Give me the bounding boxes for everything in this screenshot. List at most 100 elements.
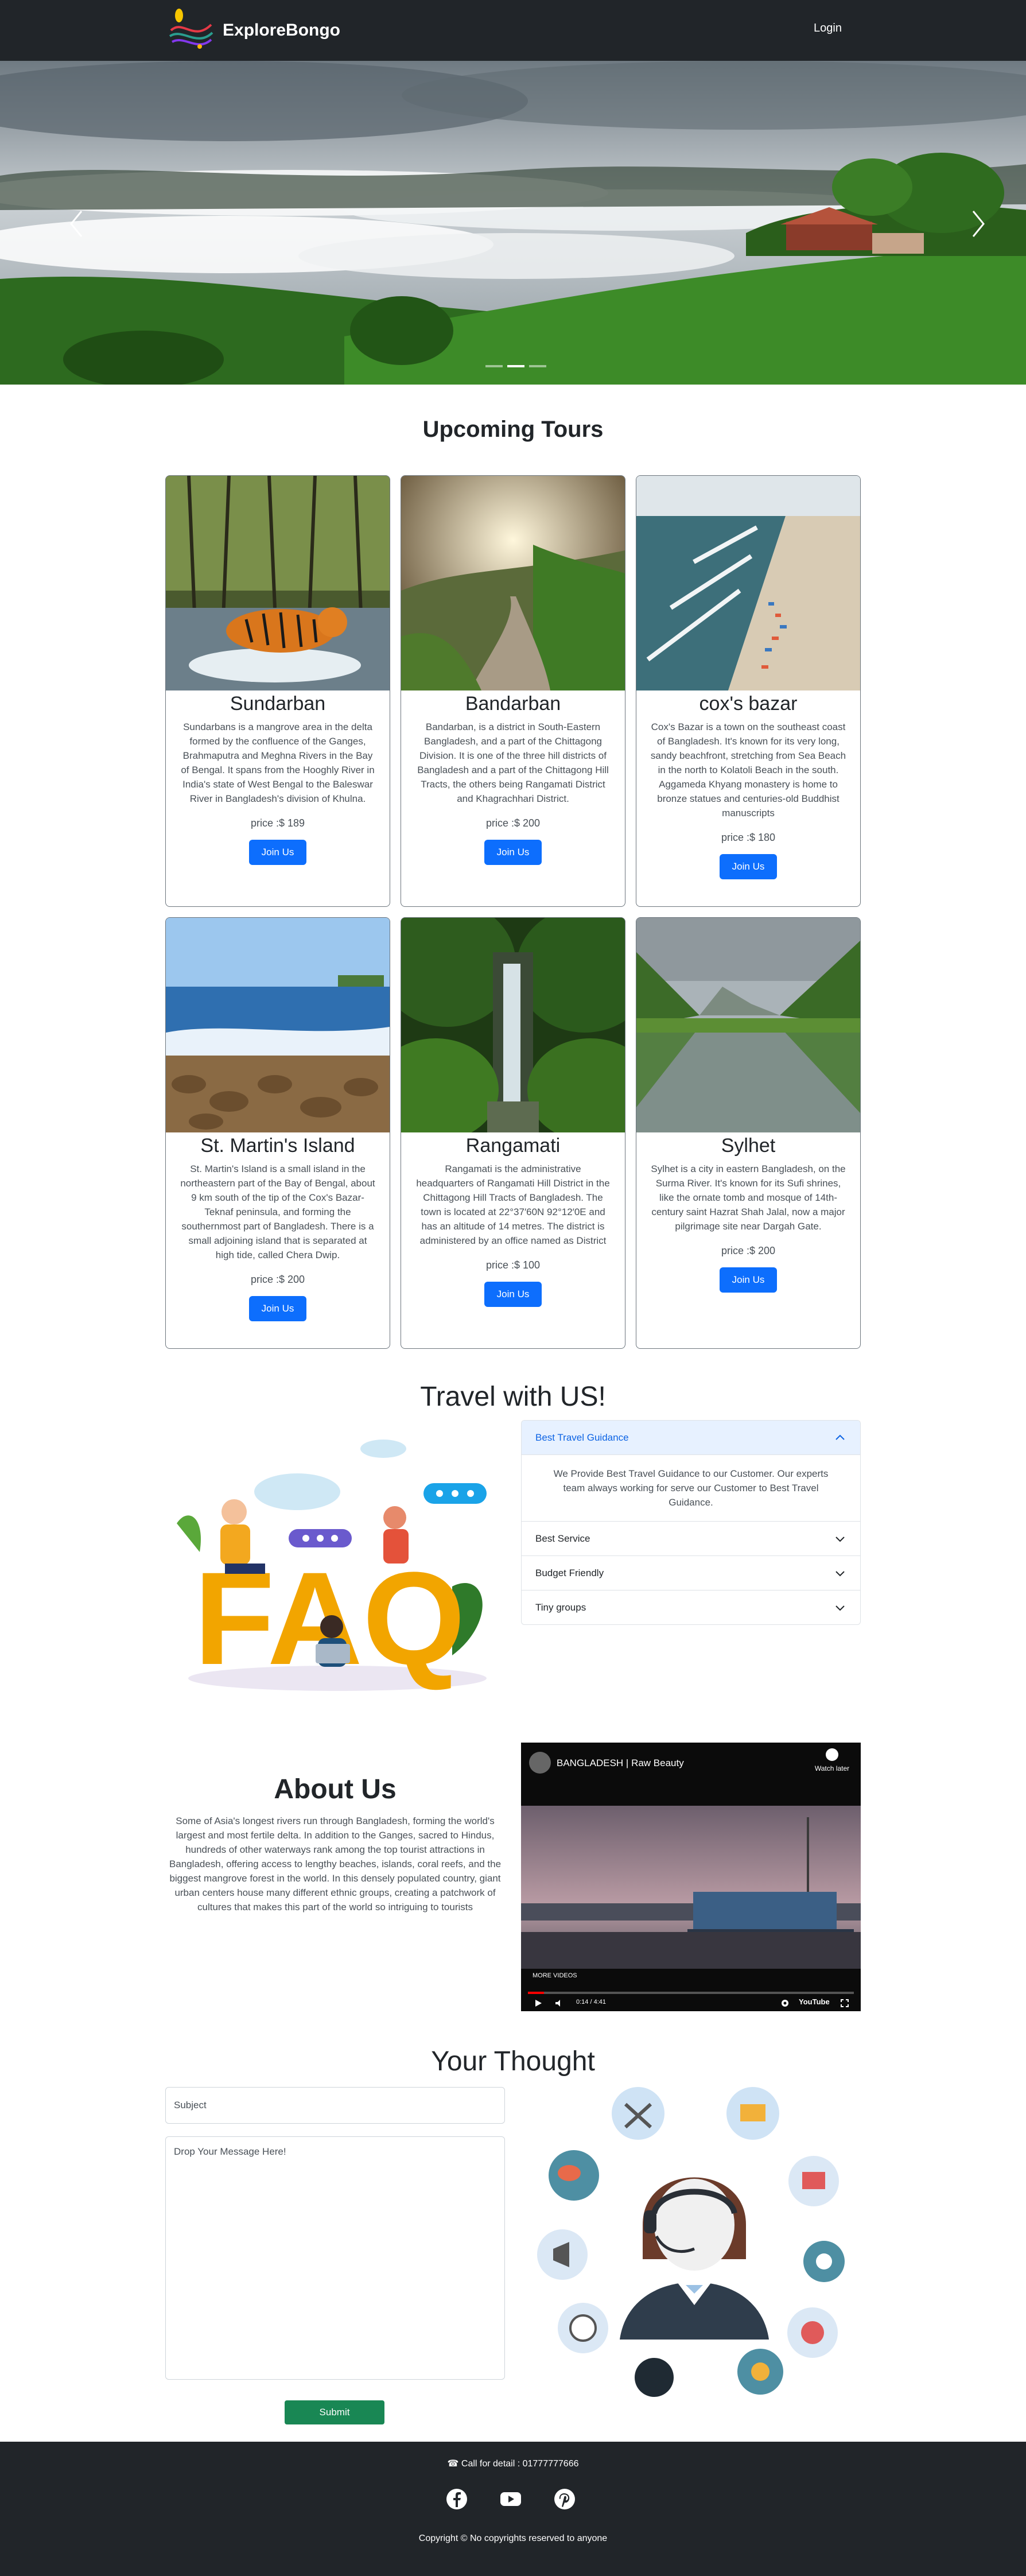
video-progress-bar[interactable] [528,1992,854,1994]
join-us-button[interactable]: Join Us [484,1282,542,1307]
chevron-up-icon [835,1434,845,1440]
faq-accordion: Best Travel Guidance We Provide Best Tra… [521,1420,861,1625]
youtube-logo[interactable]: YouTube [799,1997,830,2006]
tour-price: price :$ 200 [721,1245,776,1256]
join-us-button[interactable]: Join Us [484,840,542,865]
rangamati-waterfall-image [401,918,625,1132]
chevron-down-icon [835,1605,845,1611]
accordion-question: Best Travel Guidance [535,1432,629,1443]
watch-later-label: Watch later [814,1764,850,1772]
join-us-button[interactable]: Join Us [249,1296,306,1321]
carousel-indicator[interactable] [485,365,503,367]
tour-description: Rangamati is the administrative headquar… [416,1163,610,1246]
travel-logo-icon [169,9,213,49]
youtube-icon[interactable] [499,2488,522,2511]
video-time: 0:14 / 4:41 [576,1999,606,2005]
faq-illustration: FAQ [177,1440,487,1692]
carousel-indicator[interactable] [529,365,546,367]
sylhet-river-image [636,918,860,1132]
sundarban-tiger-image [166,476,390,690]
tour-title: Bandarban [465,693,561,715]
tour-title: cox's bazar [699,693,798,715]
about-heading: About Us [274,1774,397,1805]
tour-description: Cox's Bazar is a town on the southeast c… [650,721,846,818]
customer-support-illustration [537,2087,845,2397]
coxs-bazar-beach-image [636,476,860,690]
accordion-question: Best Service [535,1533,590,1544]
faq-heading: Travel with US! [420,1382,606,1412]
tour-card: cox's bazar Cox's Bazar is a town on the… [636,475,861,907]
chevron-down-icon [835,1570,845,1576]
tour-description: Sundarbans is a mangrove area in the del… [181,721,375,804]
video-title[interactable]: BANGLADESH | Raw Beauty [557,1758,684,1769]
join-us-button[interactable]: Join Us [720,854,777,879]
message-textarea[interactable] [165,2136,505,2380]
play-icon[interactable] [534,1999,543,2008]
tours-heading: Upcoming Tours [422,417,604,442]
brand-name: ExploreBongo [223,21,341,40]
settings-gear-icon[interactable] [780,1999,790,2008]
more-videos-label[interactable]: MORE VIDEOS [533,1972,577,1979]
tour-price: price :$ 200 [250,1274,305,1285]
thought-heading: Your Thought [431,2046,595,2077]
video-progress-fill [528,1992,545,1994]
accordion-item-budget-friendly[interactable]: Budget Friendly [522,1555,860,1590]
pinterest-icon[interactable] [553,2488,576,2511]
hero-carousel [0,61,1026,385]
footer-call: ☎ Call for detail : 01777777666 [0,2458,1026,2469]
accordion-answer: We Provide Best Travel Guidance to our C… [553,1468,829,1508]
chevron-right-icon[interactable] [970,207,987,241]
tour-price: price :$ 100 [485,1259,541,1271]
subject-input[interactable] [165,2087,505,2124]
accordion-question: Tiny groups [535,1601,586,1613]
tour-title: St. Martin's Island [200,1135,355,1157]
video-controls: MORE VIDEOS 0:14 / 4:41 YouTube [521,1969,861,2011]
tour-description: Bandarban, is a district in South-Easter… [417,721,609,804]
tour-title: Rangamati [465,1135,561,1157]
channel-avatar[interactable] [529,1752,551,1774]
tour-price: price :$ 180 [721,832,776,843]
navbar: ExploreBongo Login [0,0,1026,61]
social-links [445,2488,576,2511]
carousel-indicators [485,365,546,367]
tour-card: Bandarban Bandarban, is a district in So… [401,475,625,907]
volume-icon[interactable] [554,1999,563,2008]
tour-card: Sylhet Sylhet is a city in eastern Bangl… [636,917,861,1349]
login-link[interactable]: Login [814,22,842,35]
accordion-item-best-service[interactable]: Best Service [522,1521,860,1555]
st-martins-island-image [166,918,390,1132]
video-header: BANGLADESH | Raw Beauty Watch later [521,1743,861,1806]
tour-title: Sylhet [721,1135,776,1157]
tour-card: Sundarban Sundarbans is a mangrove area … [165,475,390,907]
tour-card: St. Martin's Island St. Martin's Island … [165,917,390,1349]
join-us-button[interactable]: Join Us [720,1267,777,1293]
submit-button[interactable]: Submit [285,2400,384,2424]
tour-description: Sylhet is a city in eastern Bangladesh, … [651,1163,846,1232]
about-text: Some of Asia's longest rivers run throug… [169,1815,502,1912]
bandarban-road-image [401,476,625,690]
accordion-item-tiny-groups[interactable]: Tiny groups [522,1590,860,1624]
footer-call-text: Call for detail : 01777777666 [461,2459,579,2469]
phone-icon: ☎ [447,2459,461,2469]
hero-landscape-image [0,61,1026,385]
chevron-left-icon[interactable] [68,207,85,241]
copyright: Copyright © No copyrights reserved to an… [418,2534,608,2543]
video-player[interactable]: BANGLADESH | Raw Beauty Watch later MORE… [521,1743,861,2011]
tour-price: price :$ 200 [485,817,541,829]
support-agent [620,2177,769,2340]
video-thumbnail[interactable] [521,1806,861,1969]
chevron-down-icon [835,1536,845,1542]
fullscreen-icon[interactable] [840,1999,849,2008]
carousel-indicator-active[interactable] [507,365,524,367]
clock-icon [826,1748,838,1761]
tour-price: price :$ 189 [250,817,305,829]
tour-description: St. Martin's Island is a small island in… [180,1163,375,1260]
watch-later-button[interactable]: Watch later [808,1748,856,1772]
tour-card: Rangamati Rangamati is the administrativ… [401,917,625,1349]
join-us-button[interactable]: Join Us [249,840,306,865]
facebook-icon[interactable] [445,2488,468,2511]
tour-title: Sundarban [230,693,326,715]
brand[interactable]: ExploreBongo [165,6,340,55]
accordion-item-best-travel-guidance[interactable]: Best Travel Guidance [522,1421,860,1455]
footer: ☎ Call for detail : 01777777666 Copyrigh… [0,2442,1026,2576]
